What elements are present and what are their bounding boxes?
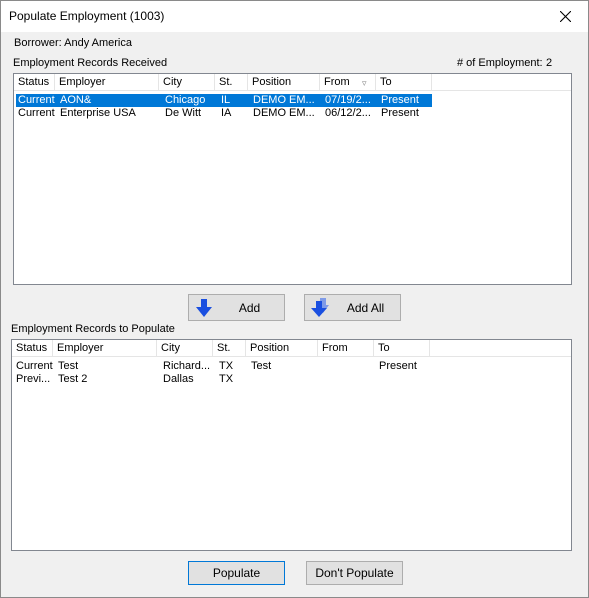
add-all-button[interactable]: Add All	[304, 294, 401, 321]
column-header-state[interactable]: St.	[215, 74, 248, 90]
cell-state: IL	[221, 94, 231, 106]
cell-status: Current	[18, 107, 55, 119]
column-header-to[interactable]: To	[376, 74, 432, 90]
borrower-label: Borrower: Andy America	[14, 37, 132, 49]
cell-from: 06/12/2...	[325, 107, 371, 119]
add-button-label: Add	[238, 301, 261, 315]
cell-from	[321, 360, 377, 373]
cell-employer: Test	[58, 360, 79, 372]
received-records-list[interactable]: Status Employer City St. Position From ▿ …	[13, 73, 572, 285]
cell-status: Previ...	[16, 373, 51, 385]
close-button[interactable]	[542, 1, 588, 32]
column-header-from-label: From	[324, 76, 350, 88]
cell-state: IA	[221, 107, 232, 119]
cell-employer: AON&	[60, 94, 92, 106]
cell-from	[321, 373, 377, 386]
cell-from: 07/19/2...	[325, 94, 371, 106]
populate-section-label: Employment Records to Populate	[11, 323, 175, 335]
received-section-label: Employment Records Received	[13, 57, 168, 69]
title-bar: Populate Employment (1003)	[1, 1, 588, 32]
column-header-status[interactable]: Status	[12, 340, 53, 356]
sort-indicator-icon: ▿	[362, 78, 367, 88]
populate-employment-dialog: Populate Employment (1003) Borrower: And…	[0, 0, 589, 598]
column-header-employer[interactable]: Employer	[53, 340, 157, 356]
cell-position	[249, 373, 321, 386]
column-header-to[interactable]: To	[374, 340, 430, 356]
table-row[interactable]: Current Test Richard... TX Test Present	[14, 360, 430, 373]
column-header-city[interactable]: City	[159, 74, 215, 90]
populate-button[interactable]: Populate	[188, 561, 285, 585]
dont-populate-button-label: Don't Populate	[315, 566, 394, 580]
table-row[interactable]: Current AON& Chicago IL DEMO EM... 07/19…	[16, 94, 432, 107]
add-all-button-label: Add All	[346, 301, 385, 315]
table-row[interactable]: Current Enterprise USA De Witt IA DEMO E…	[16, 107, 432, 120]
cell-to: Present	[381, 107, 419, 119]
employment-count-label: # of Employment:	[457, 57, 543, 69]
window-title: Populate Employment (1003)	[9, 9, 165, 23]
cell-position: DEMO EM...	[253, 94, 315, 106]
cell-to: Present	[379, 360, 417, 372]
cell-to: Present	[381, 94, 419, 106]
table-row[interactable]: Previ... Test 2 Dallas TX	[14, 373, 430, 386]
populate-list-header: Status Employer City St. Position From T…	[12, 340, 571, 357]
column-header-from[interactable]: From ▿	[320, 74, 376, 90]
cell-position: Test	[251, 360, 272, 372]
dont-populate-button[interactable]: Don't Populate	[306, 561, 403, 585]
cell-city: Chicago	[165, 94, 206, 106]
cell-city: Dallas	[163, 373, 194, 385]
column-header-state[interactable]: St.	[213, 340, 246, 356]
close-icon	[559, 11, 571, 22]
cell-position: DEMO EM...	[253, 107, 315, 119]
cell-city: Richard...	[163, 360, 211, 372]
received-list-header: Status Employer City St. Position From ▿ …	[14, 74, 571, 91]
cell-employer: Test 2	[58, 373, 88, 385]
column-header-employer[interactable]: Employer	[55, 74, 159, 90]
column-header-city[interactable]: City	[157, 340, 213, 356]
employment-count-value: 2	[546, 57, 553, 69]
cell-employer: Enterprise USA	[60, 107, 136, 119]
cell-city: De Witt	[165, 107, 202, 119]
cell-state: TX	[219, 360, 234, 372]
cell-status: Current	[18, 94, 55, 106]
populate-records-list[interactable]: Status Employer City St. Position From T…	[11, 339, 572, 551]
populate-button-label: Populate	[212, 566, 261, 580]
cell-state: TX	[219, 373, 234, 385]
column-header-status[interactable]: Status	[14, 74, 55, 90]
column-header-from[interactable]: From	[318, 340, 374, 356]
column-header-position[interactable]: Position	[248, 74, 320, 90]
add-button[interactable]: Add	[188, 294, 285, 321]
cell-status: Current	[16, 360, 53, 372]
cell-to	[377, 373, 432, 386]
column-header-position[interactable]: Position	[246, 340, 318, 356]
